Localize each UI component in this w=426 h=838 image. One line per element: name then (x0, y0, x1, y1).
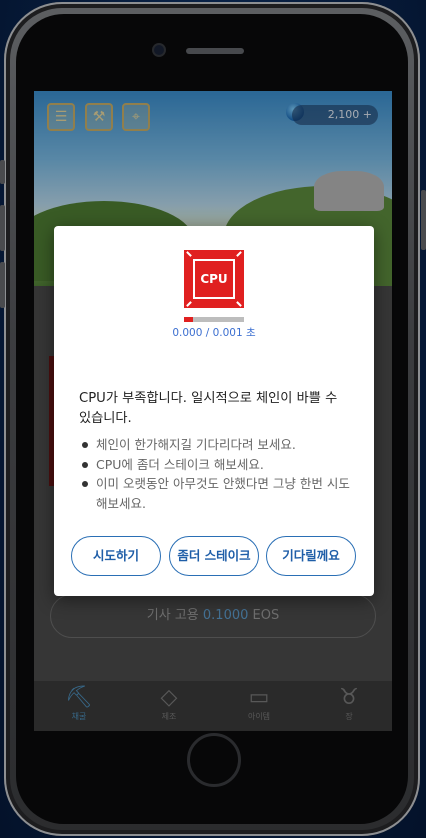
retry-button[interactable]: 시도하기 (71, 536, 161, 576)
cpu-usage-text: 0.000 / 0.001 초 (172, 327, 256, 339)
cpu-pin (186, 251, 192, 257)
speaker-grille (186, 48, 244, 54)
wait-button[interactable]: 기다릴께요 (266, 536, 356, 576)
cpu-icon-label: CPU (193, 259, 235, 299)
cpu-pin (186, 301, 192, 307)
list-item: 이미 오랫동안 아무것도 안했다면 그냥 한번 시도해보세요. (80, 474, 360, 513)
cpu-shortage-dialog: CPU 0.000 / 0.001 초 CPU가 부족합니다. 일시적으로 체인… (54, 226, 374, 596)
cpu-progress-fill (184, 317, 193, 322)
cpu-icon: CPU (184, 250, 244, 308)
list-item: 체인이 한가해지길 기다리다려 보세요. (80, 435, 360, 455)
power-button (421, 190, 426, 250)
tips-list: 체인이 한가해지길 기다리다려 보세요. CPU에 좀더 스테이크 해보세요. … (80, 435, 360, 513)
volume-down-button (0, 262, 5, 308)
cpu-pin (236, 251, 242, 257)
mute-switch (0, 160, 5, 184)
front-camera (154, 45, 164, 55)
home-button[interactable] (187, 733, 241, 787)
cpu-pin (236, 301, 242, 307)
stake-more-button[interactable]: 좀더 스테이크 (169, 536, 259, 576)
dialog-message: CPU가 부족합니다. 일시적으로 체인이 바쁠 수 있습니다. (79, 391, 338, 426)
list-item: CPU에 좀더 스테이크 해보세요. (80, 455, 360, 475)
volume-up-button (0, 205, 5, 251)
cpu-progress-bar (184, 317, 244, 322)
